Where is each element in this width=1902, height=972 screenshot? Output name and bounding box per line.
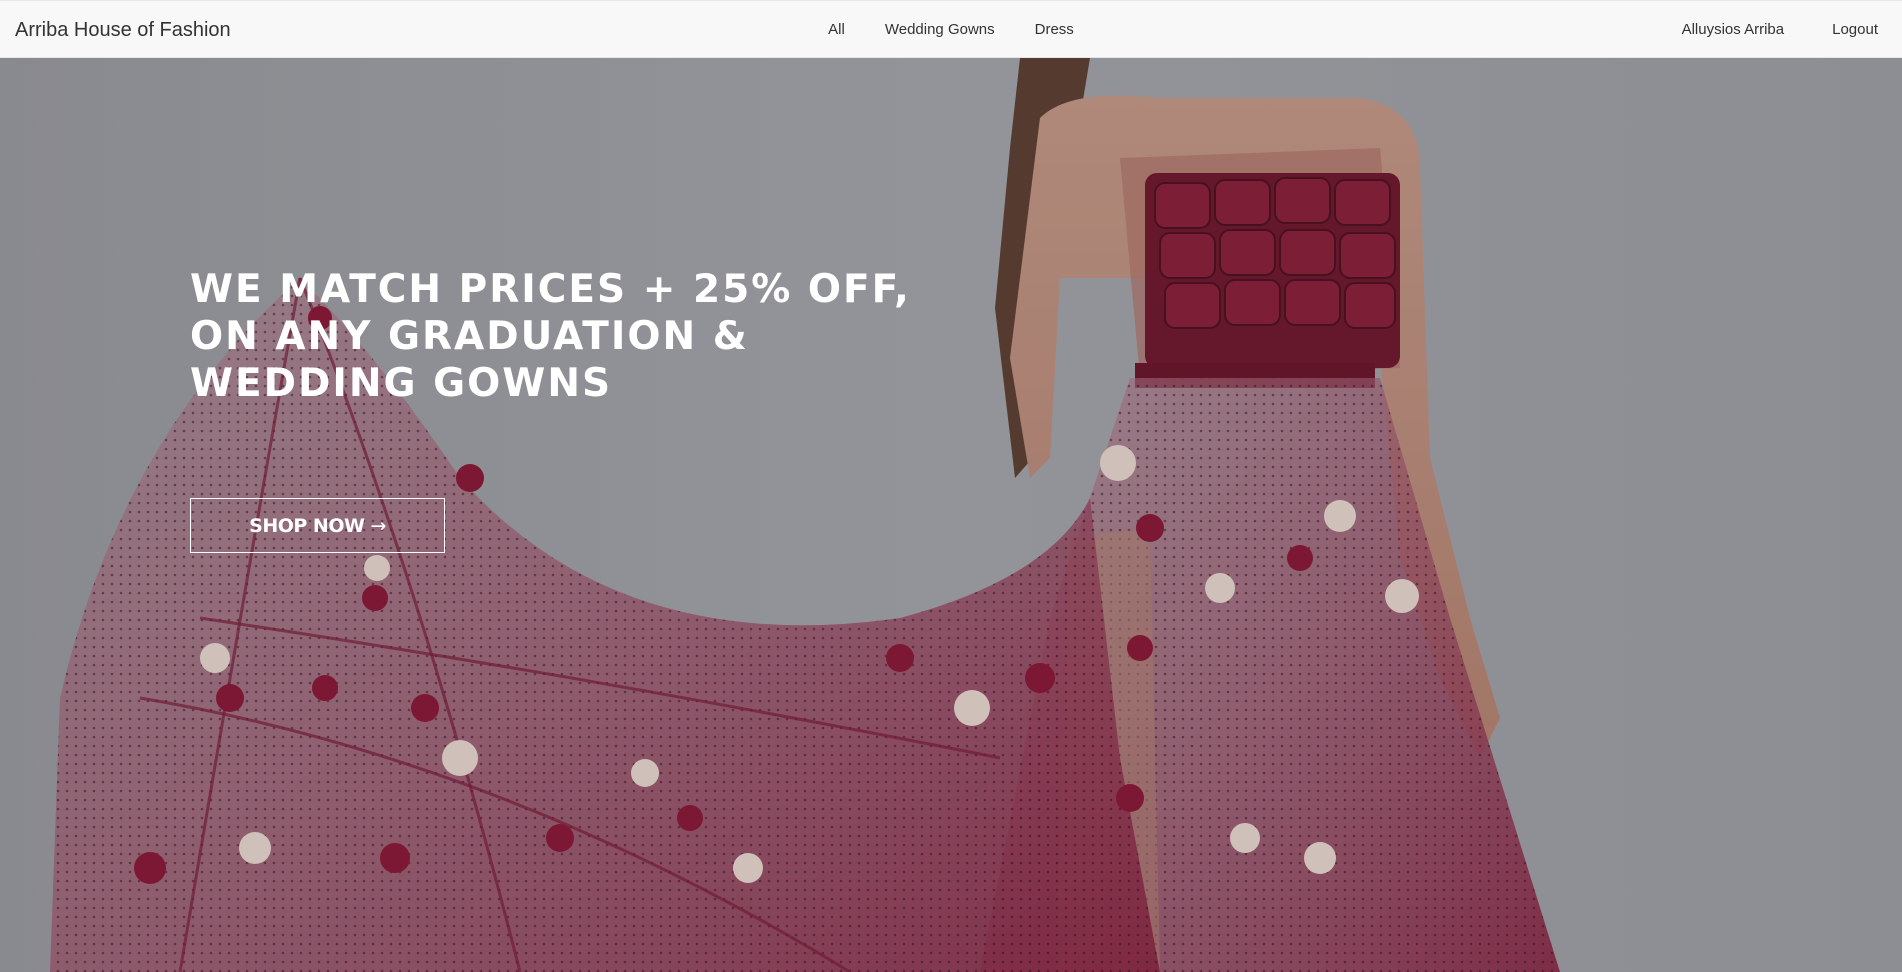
arrow-right-icon: → (370, 514, 386, 537)
hero-banner: WE MATCH PRICES + 25% OFF, ON ANY GRADUA… (0, 58, 1902, 972)
nav-link-dress[interactable]: Dress (1015, 1, 1094, 59)
nav-link-wedding-gowns[interactable]: Wedding Gowns (865, 1, 1015, 59)
user-nav: Alluysios Arriba Logout (1658, 1, 1902, 59)
logout-link[interactable]: Logout (1808, 1, 1902, 59)
top-navbar: Arriba House of Fashion All Wedding Gown… (0, 0, 1902, 58)
shop-now-button[interactable]: SHOP NOW → (190, 498, 445, 553)
user-name-link[interactable]: Alluysios Arriba (1658, 1, 1809, 59)
main-nav: All Wedding Gowns Dress (0, 1, 1902, 59)
shop-now-label: SHOP NOW (249, 514, 365, 537)
brand-link[interactable]: Arriba House of Fashion (15, 1, 231, 59)
hero-headline: WE MATCH PRICES + 25% OFF, ON ANY GRADUA… (190, 267, 911, 406)
nav-link-all[interactable]: All (808, 1, 865, 59)
